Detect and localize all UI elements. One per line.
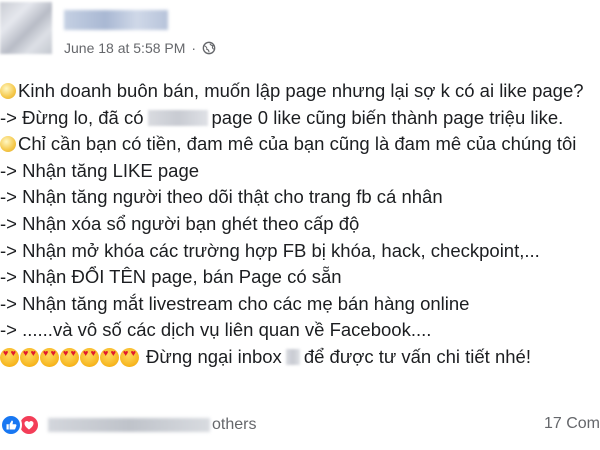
heart-eyes-emoji-icon [100, 347, 119, 367]
post-line: -> Nhận mở khóa các trường hợp FB bị khó… [0, 238, 600, 265]
avatar[interactable] [0, 2, 52, 54]
meta-separator: · [191, 40, 197, 56]
heart-eyes-emoji-icon [20, 347, 39, 367]
post-line: Chỉ cần bạn có tiền, đam mê của bạn cũng… [0, 131, 600, 158]
post-line-text: -> Nhận tăng mắt livestream cho các mẹ b… [0, 292, 470, 314]
post-line: -> Nhận tăng người theo dõi thật cho tra… [0, 184, 600, 211]
post-line: -> ......và vô số các dịch vụ liên quan … [0, 317, 600, 344]
post-line-text: -> Nhận mở khóa các trường hợp FB bị khó… [0, 239, 540, 261]
redacted-text [285, 349, 300, 366]
post-line: -> Nhận xóa sổ người bạn ghét theo cấp đ… [0, 211, 600, 238]
post-line: -> Nhận tăng LIKE page [0, 158, 600, 185]
comments-count-link[interactable]: 17 Com [544, 415, 600, 433]
author-name-blurred[interactable] [64, 10, 168, 30]
smile-emoji-icon [0, 83, 16, 100]
post-body: Kinh doanh buôn bán, muốn lập page nhưng… [0, 78, 600, 371]
post-line-text: để được tư vấn chi tiết nhé! [303, 345, 531, 367]
heart-eyes-emoji-icon [40, 347, 59, 367]
reactions-others-label[interactable]: others [212, 416, 256, 434]
post-line: -> Đừng lo, đã có page 0 like cũng biến … [0, 105, 600, 132]
reaction-names-blurred[interactable] [48, 418, 210, 432]
post-line-text: -> Nhận ĐỔI TÊN page, bán Page có sẵn [0, 266, 342, 288]
post-line-text: Đừng ngại inbox [146, 345, 282, 367]
post-line-text: Chỉ cần bạn có tiền, đam mê của bạn cũng… [18, 133, 577, 155]
post-line: Đừng ngại inbox để được tư vấn chi tiết … [0, 344, 600, 371]
post-line-text: -> Nhận xóa sổ người bạn ghét theo cấp đ… [0, 212, 360, 234]
post-line-text: -> ......và vô số các dịch vụ liên quan … [0, 319, 432, 341]
post-line: Kinh doanh buôn bán, muốn lập page nhưng… [0, 78, 600, 105]
heart-eyes-emoji-icon [120, 347, 139, 367]
post-line: -> Nhận ĐỔI TÊN page, bán Page có sẵn [0, 264, 600, 291]
post-timestamp[interactable]: June 18 at 5:58 PM [64, 40, 185, 56]
post-line: -> Nhận tăng mắt livestream cho các mẹ b… [0, 291, 600, 318]
post-meta: June 18 at 5:58 PM · [64, 40, 216, 56]
post-line-text: Kinh doanh buôn bán, muốn lập page nhưng… [18, 80, 584, 101]
post-line-text: -> Nhận tăng người theo dõi thật cho tra… [0, 186, 443, 208]
post-line-text: page 0 like cũng biến thành page triệu l… [211, 106, 564, 128]
heart-eyes-emoji-icon [80, 347, 99, 367]
heart-eyes-emoji-icon [60, 347, 79, 367]
heart-icon [24, 421, 34, 430]
redacted-text [147, 109, 208, 126]
post-line-text: -> Đừng lo, đã có [0, 106, 144, 128]
globe-icon[interactable] [202, 41, 216, 55]
heart-eyes-emoji-icon [0, 347, 19, 367]
smile-emoji-icon [0, 136, 16, 153]
thumbs-up-icon [6, 420, 17, 430]
post-line-text: -> Nhận tăng LIKE page [0, 159, 200, 181]
like-icon[interactable] [0, 414, 22, 436]
post-footer: others 17 Com [0, 412, 600, 438]
